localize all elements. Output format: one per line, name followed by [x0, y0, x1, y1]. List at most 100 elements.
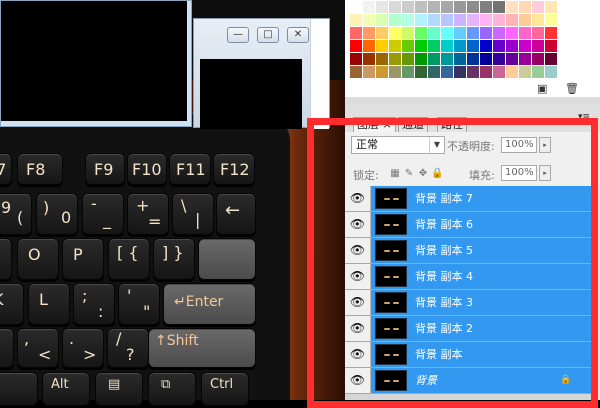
- color-swatch[interactable]: [544, 52, 558, 66]
- color-swatch[interactable]: [466, 26, 480, 40]
- color-swatch[interactable]: [427, 39, 441, 53]
- color-swatch[interactable]: [362, 13, 376, 27]
- color-swatch[interactable]: [375, 26, 389, 40]
- color-swatch[interactable]: [518, 52, 532, 66]
- color-swatch[interactable]: [466, 13, 480, 27]
- color-swatch[interactable]: [349, 13, 363, 27]
- color-swatch[interactable]: [505, 39, 519, 53]
- color-swatch[interactable]: [427, 13, 441, 27]
- color-swatch[interactable]: [401, 39, 415, 53]
- color-swatch[interactable]: [479, 26, 493, 40]
- color-swatch[interactable]: [453, 52, 467, 66]
- color-swatch[interactable]: [414, 13, 428, 27]
- color-swatch[interactable]: [388, 26, 402, 40]
- color-swatch[interactable]: [414, 0, 428, 14]
- color-swatch[interactable]: [414, 39, 428, 53]
- color-swatch[interactable]: [518, 65, 532, 79]
- color-swatch[interactable]: [349, 65, 363, 79]
- color-swatch[interactable]: [349, 39, 363, 53]
- color-swatch[interactable]: [427, 26, 441, 40]
- color-swatch[interactable]: [505, 0, 519, 14]
- color-swatch[interactable]: [479, 13, 493, 27]
- color-swatch[interactable]: [349, 52, 363, 66]
- color-swatch[interactable]: [544, 0, 558, 14]
- color-swatch[interactable]: [349, 26, 363, 40]
- color-swatch[interactable]: [375, 39, 389, 53]
- color-swatch[interactable]: [518, 13, 532, 27]
- color-swatch[interactable]: [440, 65, 454, 79]
- color-swatch[interactable]: [466, 52, 480, 66]
- color-swatch[interactable]: [505, 65, 519, 79]
- color-swatch[interactable]: [453, 65, 467, 79]
- color-swatch[interactable]: [544, 13, 558, 27]
- color-swatch[interactable]: [492, 65, 506, 79]
- color-swatch[interactable]: [453, 13, 467, 27]
- color-swatch[interactable]: [544, 65, 558, 79]
- color-swatch[interactable]: [531, 0, 545, 14]
- color-swatch[interactable]: [362, 39, 376, 53]
- color-swatch[interactable]: [388, 65, 402, 79]
- color-swatch[interactable]: [427, 0, 441, 14]
- color-swatch[interactable]: [505, 52, 519, 66]
- color-swatch[interactable]: [375, 0, 389, 14]
- color-swatch[interactable]: [440, 39, 454, 53]
- color-swatch[interactable]: [518, 0, 532, 14]
- color-swatch[interactable]: [531, 39, 545, 53]
- color-swatch[interactable]: [414, 52, 428, 66]
- color-swatch[interactable]: [505, 13, 519, 27]
- delete-swatch-icon[interactable]: 🗑: [565, 83, 579, 95]
- image-window[interactable]: [0, 0, 192, 127]
- color-swatch[interactable]: [349, 0, 363, 14]
- background-window[interactable]: — □ ✕: [193, 18, 330, 129]
- color-swatch[interactable]: [375, 13, 389, 27]
- color-swatch[interactable]: [453, 26, 467, 40]
- color-swatch[interactable]: [401, 26, 415, 40]
- color-swatch[interactable]: [518, 39, 532, 53]
- color-swatch[interactable]: [492, 0, 506, 14]
- color-swatch[interactable]: [362, 65, 376, 79]
- color-swatch[interactable]: [466, 39, 480, 53]
- color-swatch[interactable]: [492, 52, 506, 66]
- color-swatch[interactable]: [362, 0, 376, 14]
- color-swatch[interactable]: [492, 39, 506, 53]
- color-swatch[interactable]: [479, 39, 493, 53]
- color-swatch[interactable]: [531, 13, 545, 27]
- color-swatch[interactable]: [466, 65, 480, 79]
- window-scrollbar[interactable]: [310, 19, 329, 129]
- color-swatch[interactable]: [531, 65, 545, 79]
- color-swatch[interactable]: [414, 65, 428, 79]
- color-swatch[interactable]: [401, 52, 415, 66]
- color-swatch[interactable]: [388, 39, 402, 53]
- color-swatch[interactable]: [362, 52, 376, 66]
- color-swatch[interactable]: [531, 52, 545, 66]
- color-swatch[interactable]: [427, 65, 441, 79]
- color-swatch[interactable]: [531, 26, 545, 40]
- new-swatch-icon[interactable]: ▣: [537, 83, 549, 95]
- color-swatch[interactable]: [375, 65, 389, 79]
- color-swatch[interactable]: [505, 26, 519, 40]
- color-swatch[interactable]: [362, 26, 376, 40]
- color-swatch[interactable]: [453, 39, 467, 53]
- color-swatch[interactable]: [544, 26, 558, 40]
- close-button[interactable]: ✕: [287, 27, 309, 43]
- minimize-button[interactable]: —: [227, 27, 249, 43]
- color-swatch[interactable]: [388, 52, 402, 66]
- color-swatch[interactable]: [388, 13, 402, 27]
- color-swatch[interactable]: [401, 13, 415, 27]
- color-swatch[interactable]: [479, 65, 493, 79]
- color-swatch[interactable]: [544, 39, 558, 53]
- color-swatch[interactable]: [388, 0, 402, 14]
- color-swatch[interactable]: [479, 0, 493, 14]
- color-swatch[interactable]: [375, 52, 389, 66]
- color-swatch[interactable]: [518, 26, 532, 40]
- maximize-button[interactable]: □: [257, 27, 279, 43]
- color-swatch[interactable]: [440, 0, 454, 14]
- color-swatch[interactable]: [466, 0, 480, 14]
- color-swatch[interactable]: [479, 52, 493, 66]
- color-swatch[interactable]: [427, 52, 441, 66]
- color-swatch[interactable]: [453, 0, 467, 14]
- color-swatch[interactable]: [492, 13, 506, 27]
- color-swatch[interactable]: [414, 26, 428, 40]
- color-swatch[interactable]: [440, 26, 454, 40]
- color-swatch[interactable]: [492, 26, 506, 40]
